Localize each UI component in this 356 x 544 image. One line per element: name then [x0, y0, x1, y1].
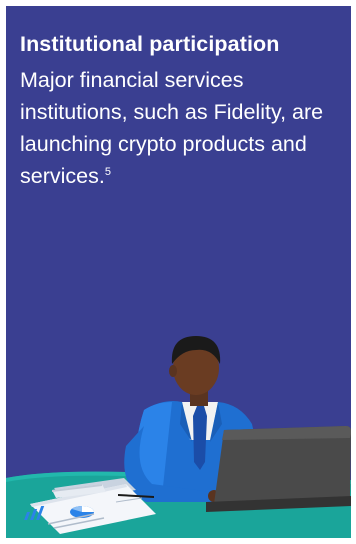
businessman-at-laptop-icon	[6, 336, 351, 538]
card-body-text: Major financial services institutions, s…	[20, 68, 324, 188]
info-card: Institutional participation Major financ…	[6, 6, 351, 538]
footnote-marker: 5	[104, 165, 111, 178]
card-body: Major financial services institutions, s…	[20, 64, 340, 192]
card-title: Institutional participation	[20, 32, 280, 56]
tie	[193, 406, 207, 470]
